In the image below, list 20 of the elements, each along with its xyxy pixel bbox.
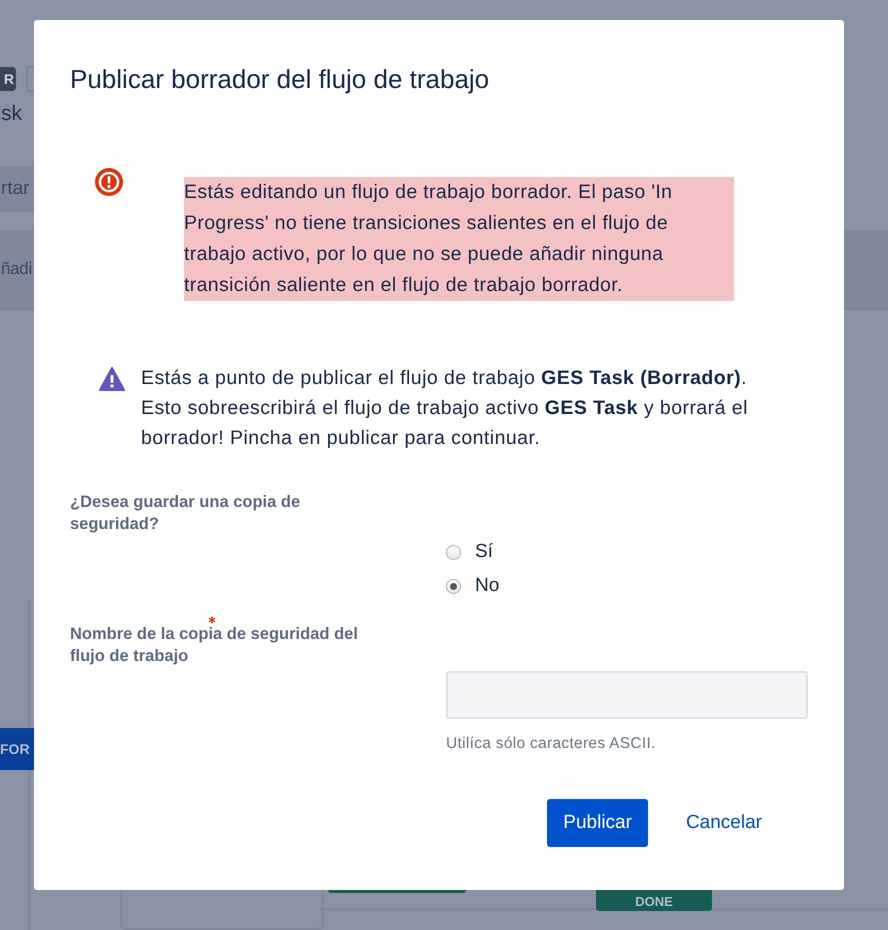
backup-name-field[interactable] — [446, 671, 808, 719]
radio-button[interactable] — [446, 544, 461, 560]
option-label[interactable]: No — [475, 575, 500, 597]
publish-button[interactable]: Publicar — [547, 799, 648, 847]
backup-name-label: Nombre de la copia de seguridad del flujo de trabajo — [70, 624, 359, 667]
page-heading: sk — [1, 102, 22, 126]
workflow-node: FOR — [0, 728, 34, 770]
tab-label: rtar — [1, 178, 30, 200]
tab-label: ñadi — [1, 259, 32, 279]
cancel-link[interactable]: Cancelar — [662, 799, 786, 847]
radio-button[interactable] — [446, 578, 461, 594]
option-label[interactable]: Sí — [475, 541, 493, 563]
backup-question: ¿Desea guardar una copia de seguridad? — [70, 492, 302, 535]
field-hint: Utilíca sólo caracteres ASCII. — [446, 735, 657, 753]
warning-message: Estás a punto de publicar el flujo de trabajo GES Task (Borrador). Esto sobreescribirá el flujo de trabajo activo GES Task y borrará el borrador! Pincha en publicar para continuar. — [141, 366, 749, 451]
error-icon — [94, 167, 124, 197]
warning-icon — [99, 367, 125, 391]
status-badge: R — [0, 67, 16, 91]
error-message: Estás editando un flujo de trabajo borrador. El paso 'In Progress' no tiene transiciones salientes en el flujo de trabajo activo, por lo que no se puede añadir ninguna transición saliente en el flujo de trabajo borrador. — [184, 177, 734, 301]
dialog-title: Publicar borrador del flujo de trabajo — [70, 64, 490, 95]
